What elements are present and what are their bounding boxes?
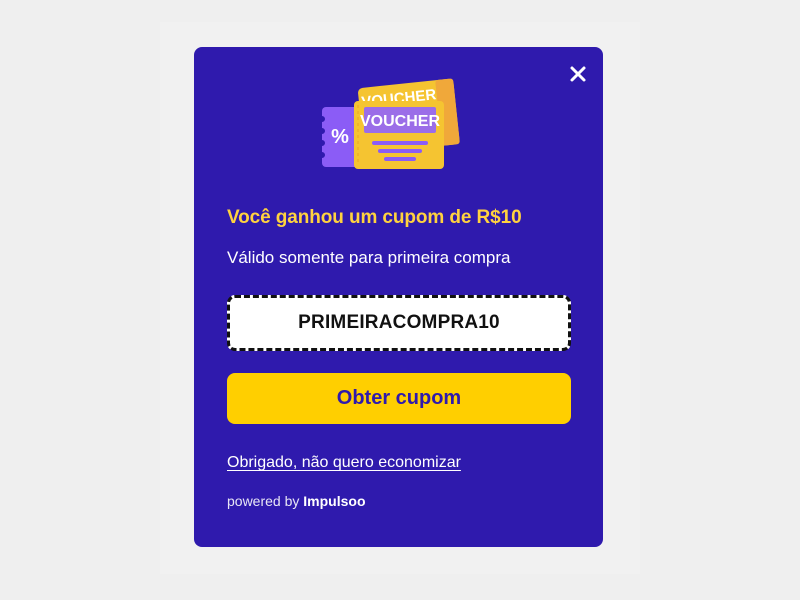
decline-link[interactable]: Obrigado, não quero economizar <box>227 454 461 472</box>
popup-subtitle: Válido somente para primeira compra <box>227 248 511 267</box>
coupon-code-box[interactable]: PRIMEIRACOMPRA10 <box>227 295 571 351</box>
front-ticket-label: VOUCHER <box>360 113 440 130</box>
powered-by-brand[interactable]: Impulsoo <box>303 493 365 509</box>
popup-title: Você ganhou um cupom de R$10 <box>227 207 522 228</box>
get-coupon-button[interactable]: Obter cupom <box>227 373 571 424</box>
voucher-tickets-icon: VOUCHER % VOUCHER <box>320 78 460 169</box>
powered-by: powered by Impulsoo <box>227 493 366 509</box>
coupon-code: PRIMEIRACOMPRA10 <box>298 312 500 333</box>
coupon-popup: VOUCHER % VOUCHER Você ganhou um cupom d… <box>194 47 603 547</box>
stub-percent-symbol: % <box>331 126 349 148</box>
close-button[interactable] <box>567 63 589 85</box>
close-icon <box>570 66 586 82</box>
powered-by-prefix: powered by <box>227 493 300 509</box>
